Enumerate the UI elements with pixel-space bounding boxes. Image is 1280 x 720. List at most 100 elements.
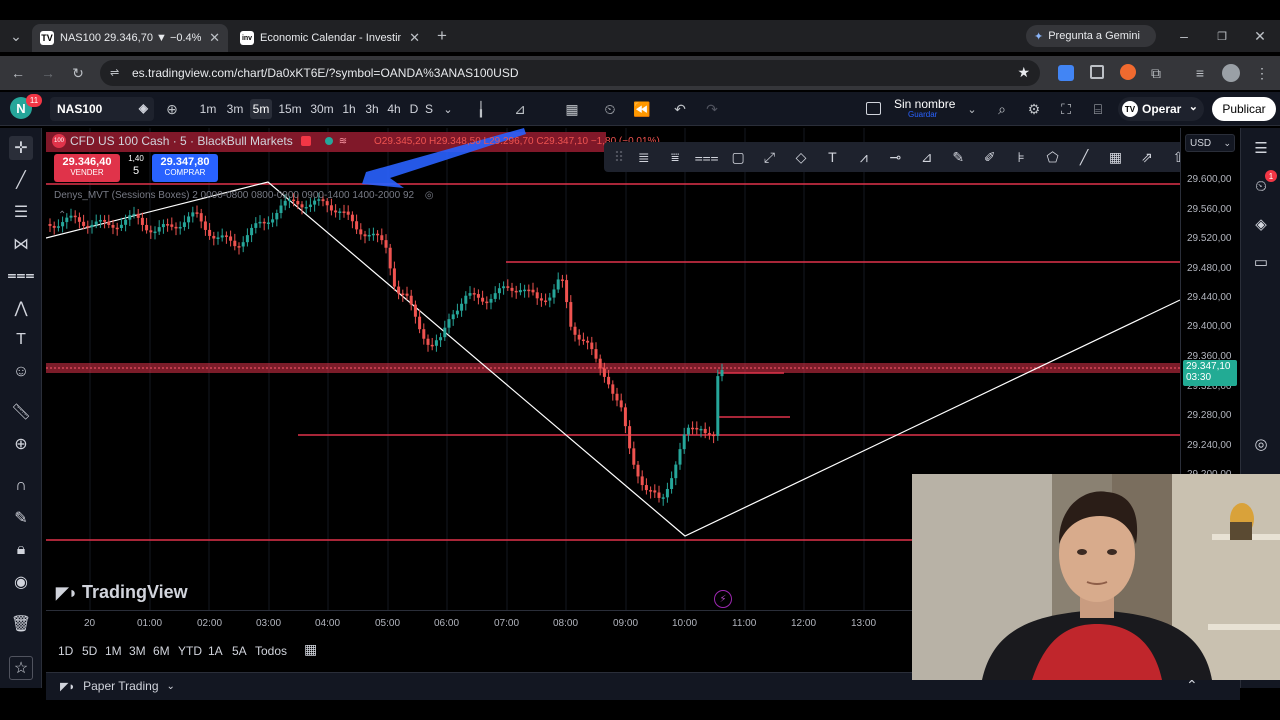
close-tab-icon[interactable]: ✕	[409, 30, 420, 46]
regression-icon[interactable]: ⩸	[659, 145, 690, 169]
minimize-icon[interactable]: –	[1172, 24, 1196, 48]
timeframe-3h[interactable]: 3h	[362, 99, 382, 119]
timeframe-4h[interactable]: 4h	[386, 99, 402, 119]
range-5d[interactable]: 5D	[82, 644, 97, 658]
fib-icon[interactable]: ⩶	[7, 264, 34, 288]
instrument-title[interactable]: CFD US 100 Cash · 5 · BlackBull Markets	[70, 134, 293, 148]
layout-name[interactable]: Sin nombre	[894, 97, 955, 111]
magnet-icon[interactable]: ∩	[9, 474, 33, 498]
currency-select[interactable]: USD ⌄	[1185, 134, 1235, 152]
arrow-icon[interactable]: ⇗	[1131, 145, 1162, 169]
chat-icon[interactable]: ▭	[1249, 250, 1273, 274]
window-close-icon[interactable]: ✕	[1248, 24, 1272, 48]
sell-button[interactable]: 29.346,40 VENDER	[54, 154, 120, 182]
collapse-legend-icon[interactable]: ⌃	[58, 210, 66, 221]
buy-button[interactable]: 29.347,80 COMPRAR	[152, 154, 218, 182]
target-icon[interactable]: ◎	[1249, 432, 1273, 456]
trade-button[interactable]: TV Operar ⌄	[1118, 97, 1204, 121]
text-icon[interactable]: T	[817, 145, 848, 169]
tab-economic-calendar[interactable]: inv Economic Calendar - Investing. ✕	[232, 24, 428, 52]
range-1a[interactable]: 1A	[208, 644, 223, 658]
bookmark-star-icon[interactable]: ★	[1017, 64, 1030, 81]
rotated-rect-icon[interactable]: ◇	[785, 145, 816, 169]
media-controls-icon[interactable]: ≡	[1188, 61, 1212, 85]
timeframe-30m[interactable]: 30m	[308, 99, 336, 119]
ruler-icon[interactable]: 📏︎	[9, 400, 33, 424]
layout-square-icon[interactable]	[866, 102, 881, 115]
candles-type-icon[interactable]: ╽	[469, 97, 493, 121]
highlighter-icon[interactable]: ✐	[974, 145, 1005, 169]
range-ytd[interactable]: YTD	[178, 644, 202, 658]
horizontal-lines-icon[interactable]: ☰	[9, 200, 33, 224]
line-icon[interactable]: ╱	[1068, 145, 1099, 169]
arrow-marker-icon[interactable]: ⊿	[911, 145, 942, 169]
gemini-button[interactable]: ✦ Pregunta a Gemini	[1026, 25, 1156, 47]
chrome-menu-icon[interactable]: ⋮	[1250, 61, 1274, 85]
fib-channel-icon[interactable]: ⩶	[691, 145, 722, 169]
timeframe-5m[interactable]: 5m	[250, 99, 272, 119]
redo-icon[interactable]: ↷	[700, 97, 724, 121]
forward-icon[interactable]: →	[36, 61, 60, 85]
profile-avatar[interactable]	[1222, 64, 1240, 82]
extension-icon[interactable]	[1090, 65, 1104, 79]
indicator-hidden-eye-icon[interactable]: ◎	[425, 190, 434, 201]
add-symbol-plus-icon[interactable]: ⊕	[160, 97, 184, 121]
rectangle-icon[interactable]: ▢	[722, 145, 753, 169]
parallel-channel-icon[interactable]: ≣	[628, 145, 659, 169]
tab-search-icon[interactable]: ⌄	[4, 24, 28, 48]
text-tool-icon[interactable]: T	[9, 328, 33, 352]
save-layout-link[interactable]: Guardar	[908, 110, 937, 119]
trash-icon[interactable]: 🗑︎	[9, 612, 33, 636]
site-info-icon[interactable]: ⇌	[110, 66, 119, 79]
xabcd-icon[interactable]: ⩘	[848, 145, 879, 169]
layout-chevron-down-icon[interactable]: ⌄	[960, 97, 984, 121]
symbol-search[interactable]: NAS100 ◈	[50, 97, 154, 121]
settings-gear-icon[interactable]: ⚙	[1022, 97, 1046, 121]
event-lightning-icon[interactable]: ⚡︎	[714, 590, 732, 608]
range-6m[interactable]: 6M	[153, 644, 170, 658]
indicators-icon[interactable]: ⊿	[508, 97, 532, 121]
timeframe-d[interactable]: D	[408, 99, 420, 119]
maximize-icon[interactable]: ❐	[1210, 24, 1234, 48]
close-tab-icon[interactable]: ✕	[209, 30, 220, 46]
extensions-puzzle-icon[interactable]: ⧉	[1144, 61, 1168, 85]
horizontal-ray-icon[interactable]: ⊸	[880, 145, 911, 169]
paper-trading-tab[interactable]: ◤◗ Paper Trading ⌄	[60, 679, 175, 693]
brush-icon[interactable]: ✎	[943, 145, 974, 169]
fullscreen-icon[interactable]: ⛶	[1054, 97, 1078, 121]
layout-grid-icon[interactable]: ▦	[560, 97, 584, 121]
patterns-icon[interactable]: ⋀	[9, 296, 33, 320]
zoom-in-icon[interactable]: ⊕	[9, 432, 33, 456]
fixed-range-icon[interactable]: ⊧	[1005, 145, 1036, 169]
timeframe-chevron-down-icon[interactable]: ⌄	[442, 99, 454, 119]
new-tab-plus-icon[interactable]: +	[430, 24, 454, 48]
pitchfork-icon[interactable]: ⋈	[9, 232, 33, 256]
compare-icon[interactable]: ◈	[139, 101, 148, 115]
watchlist-icon[interactable]: ☰	[1249, 136, 1273, 160]
replay-icon[interactable]: ⏪	[630, 97, 654, 121]
camera-snapshot-icon[interactable]: ⌸	[1086, 97, 1110, 121]
url-input[interactable]: ⇌ es.tradingview.com/chart/Da0xKT6E/?sym…	[100, 60, 1040, 86]
crosshair-icon[interactable]: ✛	[9, 136, 33, 160]
range-1m[interactable]: 1M	[105, 644, 122, 658]
alert-icon[interactable]: ⏲	[598, 97, 622, 121]
tab-nas100[interactable]: TV NAS100 29.346,70 ▼ −0.4% Sin ✕	[32, 24, 228, 52]
date-range-calendar-icon[interactable]: ▦	[304, 641, 317, 658]
trend-line-icon[interactable]: ╱	[9, 168, 33, 192]
drag-handle-icon[interactable]: ⠿	[610, 145, 628, 169]
publish-button[interactable]: Publicar	[1212, 97, 1276, 121]
range-5a[interactable]: 5A	[232, 644, 247, 658]
range-1d[interactable]: 1D	[58, 644, 73, 658]
timeframe-3m[interactable]: 3m	[224, 99, 246, 119]
visibility-eye-icon[interactable]: ◉	[9, 570, 33, 594]
gann-box-icon[interactable]: ▦	[1100, 145, 1131, 169]
timeframe-15m[interactable]: 15m	[276, 99, 304, 119]
path-icon[interactable]: ⤢	[754, 145, 785, 169]
favorites-star-icon[interactable]: ☆	[9, 656, 33, 680]
range-3m[interactable]: 3M	[129, 644, 146, 658]
back-icon[interactable]: ←	[6, 61, 30, 85]
extension-orange-icon[interactable]	[1120, 64, 1136, 80]
quick-search-icon[interactable]: ⌕	[990, 97, 1014, 121]
range-all[interactable]: Todos	[255, 644, 287, 658]
layers-icon[interactable]: ◈	[1249, 212, 1273, 236]
